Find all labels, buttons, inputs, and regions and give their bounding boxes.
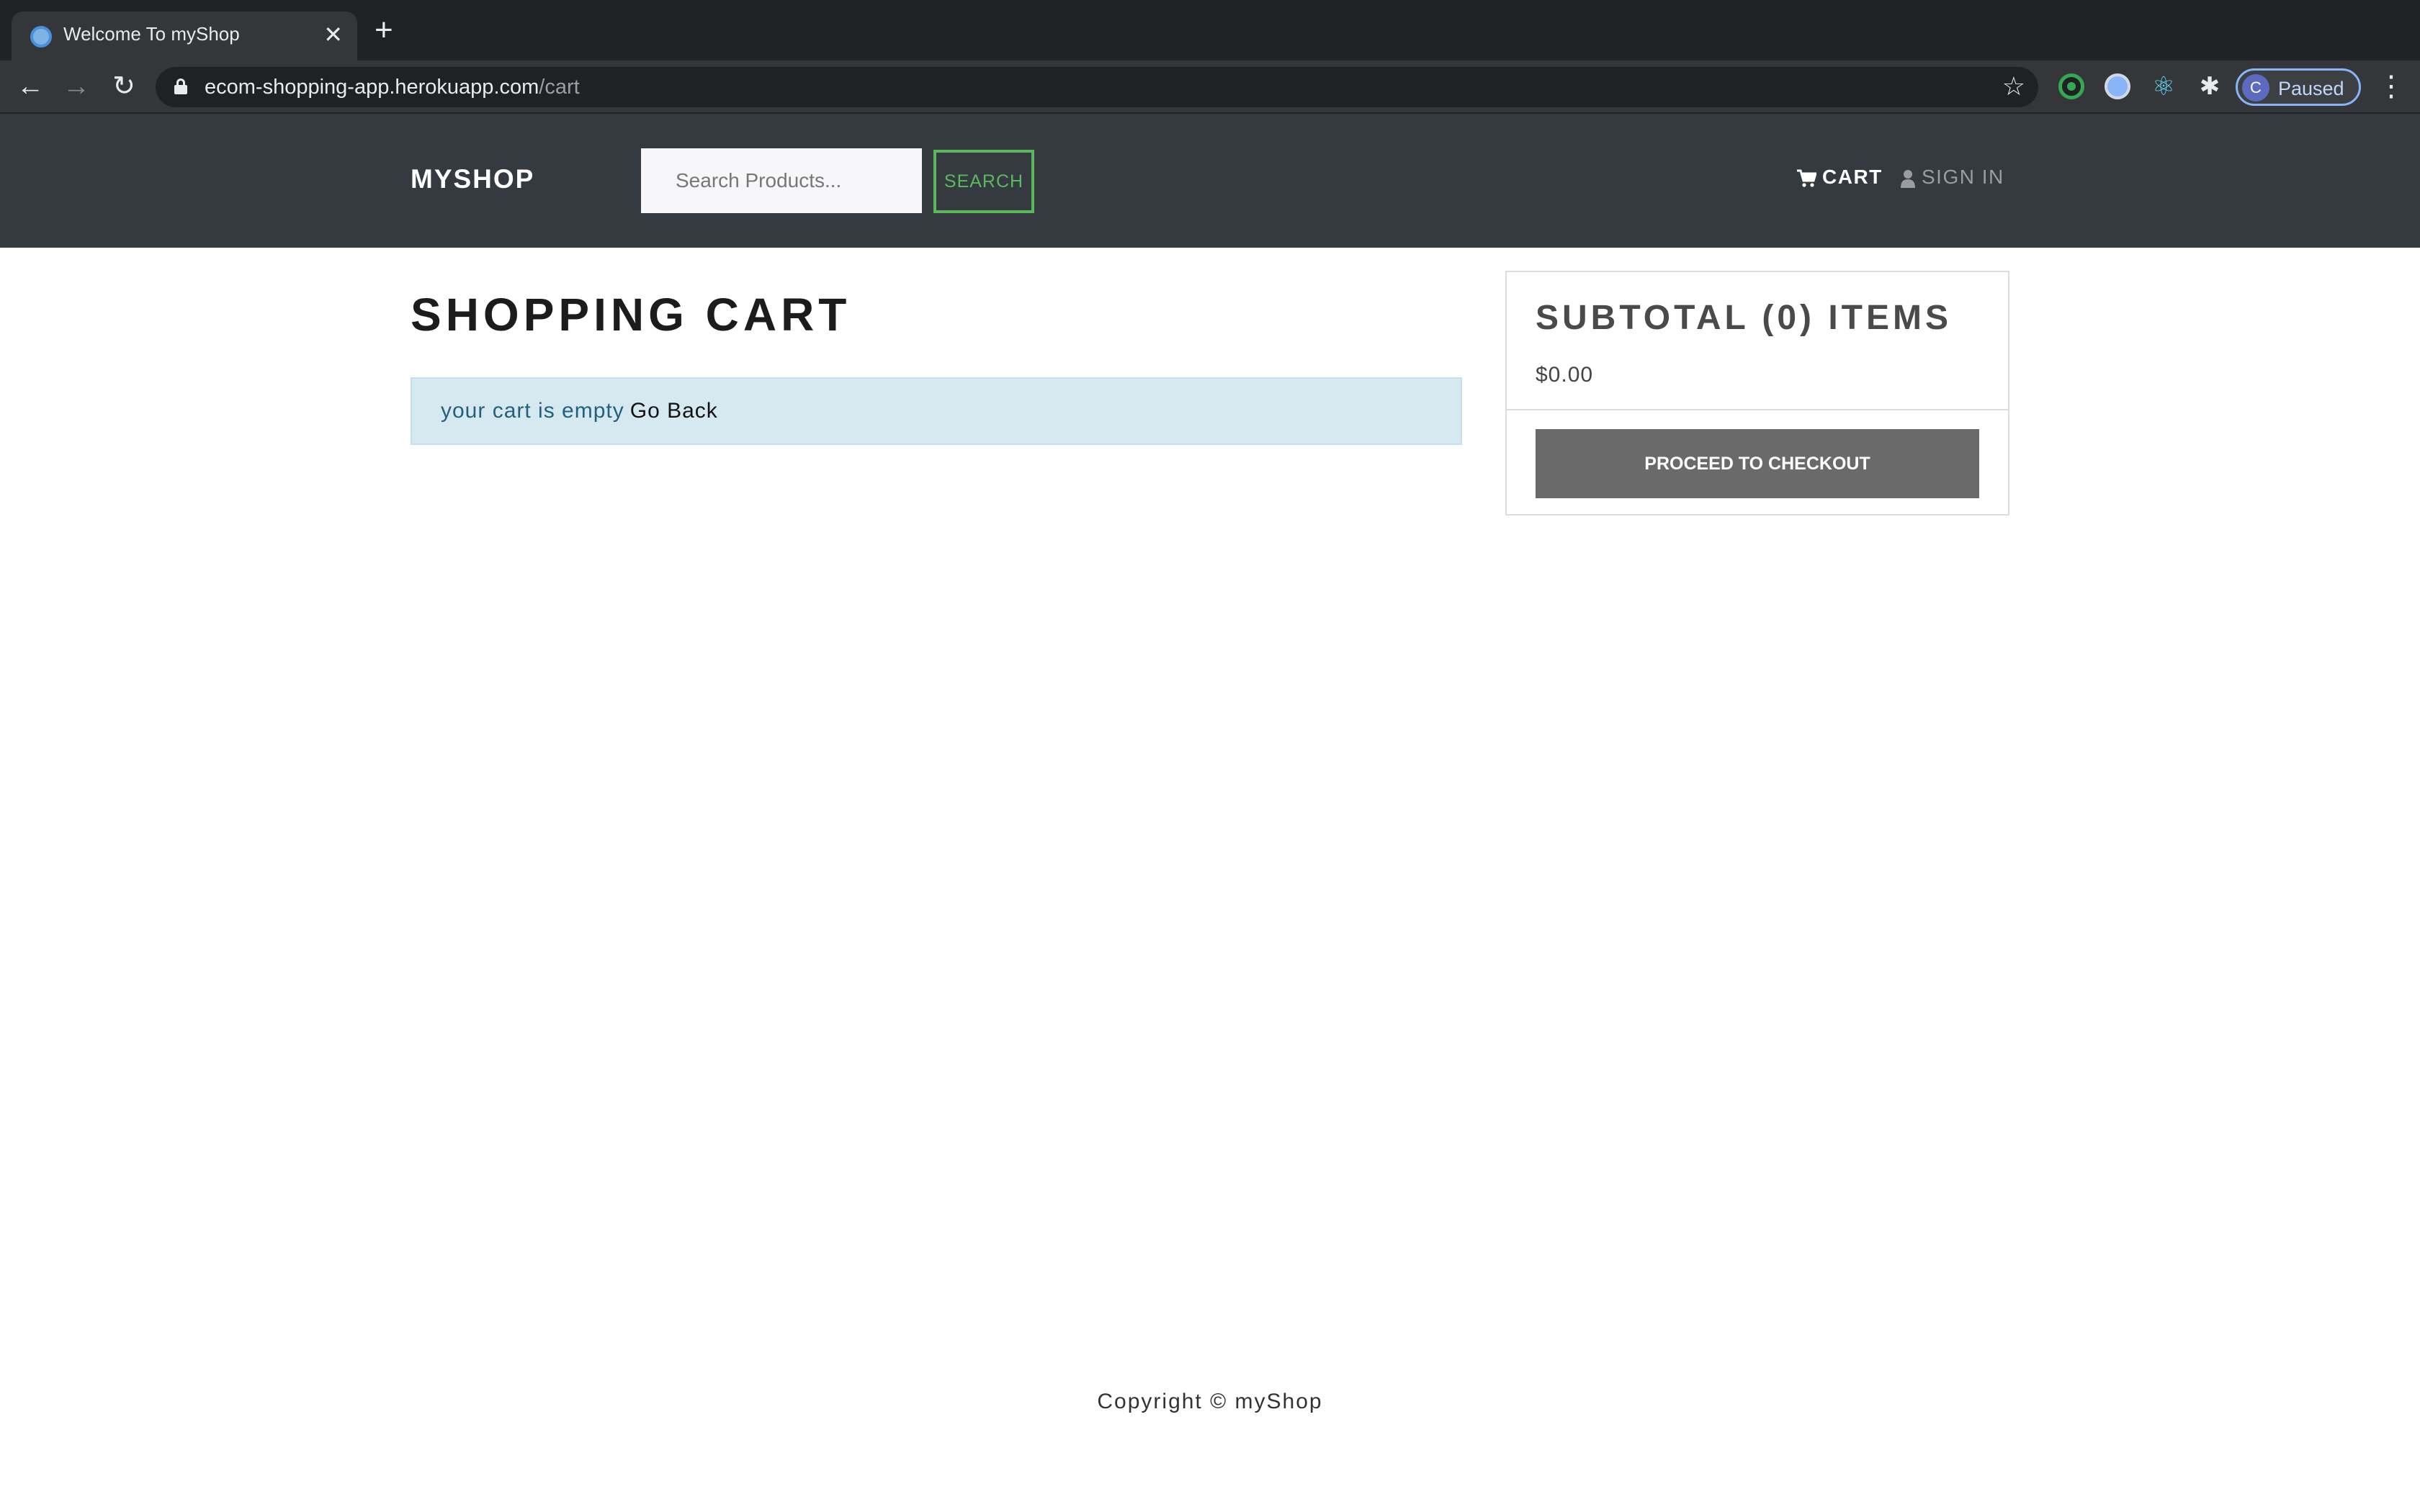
- search-input[interactable]: [641, 148, 922, 213]
- extensions-puzzle-icon[interactable]: ✱: [2197, 73, 2223, 99]
- browser-tab[interactable]: Welcome To myShop ✕: [12, 12, 357, 60]
- site-favicon-icon: [30, 26, 52, 48]
- profile-button[interactable]: C Paused: [2236, 68, 2361, 106]
- page-title: SHOPPING CART: [411, 289, 851, 341]
- url-text[interactable]: ecom-shopping-app.herokuapp.com/cart: [205, 76, 580, 99]
- empty-cart-alert: your cart is empty Go Back: [411, 377, 1462, 445]
- address-bar[interactable]: ecom-shopping-app.herokuapp.com/cart ☆: [156, 67, 2038, 107]
- subtotal-amount: $0.00: [1536, 363, 1594, 387]
- order-summary-card: SUBTOTAL (0) ITEMS $0.00 PROCEED TO CHEC…: [1505, 271, 2009, 516]
- footer-copyright: Copyright © myShop: [1097, 1390, 1323, 1413]
- forward-arrow-icon[interactable]: →: [58, 68, 95, 105]
- extension-circle-icon[interactable]: [2105, 73, 2130, 99]
- nav-cart-label: CART: [1822, 166, 1883, 188]
- url-host: ecom-shopping-app.herokuapp.com: [205, 76, 539, 99]
- url-path: /cart: [539, 76, 580, 99]
- browser-toolbar: ← → ↻ ecom-shopping-app.herokuapp.com/ca…: [0, 60, 2420, 114]
- user-icon: [1901, 169, 1915, 188]
- summary-header: SUBTOTAL (0) ITEMS $0.00: [1507, 272, 2008, 410]
- new-tab-icon[interactable]: +: [375, 14, 393, 46]
- go-back-link[interactable]: Go Back: [630, 399, 718, 423]
- cart-icon: [1797, 169, 1816, 187]
- subtotal-title: SUBTOTAL (0) ITEMS: [1536, 299, 1953, 337]
- nav-signin-link[interactable]: SIGN IN: [1900, 166, 2004, 189]
- lock-icon[interactable]: [174, 78, 187, 94]
- extension-target-icon[interactable]: [2058, 73, 2084, 99]
- brand-logo[interactable]: MYSHOP: [411, 164, 534, 194]
- proceed-to-checkout-button[interactable]: PROCEED TO CHECKOUT: [1536, 429, 1979, 498]
- tab-title: Welcome To myShop: [63, 23, 240, 45]
- react-devtools-icon[interactable]: ⚛: [2151, 73, 2177, 99]
- bookmark-star-icon[interactable]: ☆: [2002, 71, 2025, 102]
- back-arrow-icon[interactable]: ←: [12, 68, 49, 105]
- empty-cart-message: your cart is empty: [441, 399, 624, 423]
- profile-status: Paused: [2278, 78, 2344, 99]
- alert-text: your cart is empty Go Back: [441, 399, 718, 423]
- nav-cart-link[interactable]: CART: [1796, 166, 1883, 189]
- browser-tab-strip: Welcome To myShop ✕ +: [0, 0, 2420, 60]
- site-navbar: MYSHOP SEARCH CART SIGN IN: [0, 114, 2420, 248]
- browser-menu-icon[interactable]: ⋮: [2377, 71, 2406, 102]
- reload-icon[interactable]: ↻: [105, 68, 143, 105]
- avatar: C: [2242, 74, 2269, 102]
- tab-close-icon[interactable]: ✕: [323, 19, 343, 50]
- nav-signin-label: SIGN IN: [1922, 166, 2004, 188]
- search-button[interactable]: SEARCH: [933, 150, 1034, 213]
